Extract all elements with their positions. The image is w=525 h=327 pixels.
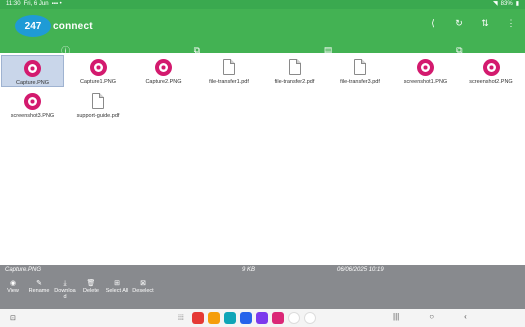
dock-app-icon[interactable] xyxy=(303,312,316,324)
download-button[interactable]: ⤓ Downloa d xyxy=(54,279,76,300)
file-item[interactable]: screenshot3.PNG xyxy=(1,89,64,121)
file-item[interactable]: screenshot2.PNG xyxy=(460,55,523,87)
file-item[interactable]: support-guide.pdf xyxy=(67,89,130,121)
logo-badge: 247 xyxy=(15,15,51,37)
file-item[interactable]: Capture.PNG xyxy=(1,55,64,87)
image-file-icon xyxy=(24,59,42,77)
status-date: Fri, 6 Jun xyxy=(23,1,49,7)
app-drawer-icon[interactable]: ⁞⁞⁞ xyxy=(178,315,184,322)
rename-icon: ✎ xyxy=(36,280,42,287)
pdf-file-icon xyxy=(351,58,369,76)
file-name: Capture2.PNG xyxy=(145,79,182,85)
file-item[interactable]: file-transfer1.pdf xyxy=(198,55,261,87)
wifi-icon: ◥ xyxy=(493,1,498,7)
pdf-file-icon xyxy=(89,92,107,110)
file-details: Capture.PNG 9 KB 06/06/2025 10:19 xyxy=(5,267,520,276)
select-all-label: Select All xyxy=(105,288,129,294)
status-bar: 11:30 Fri, 6 Jun ▪▪▪ • ◥ 83% ▮ xyxy=(0,0,525,9)
details-file-date: 06/06/2025 10:19 xyxy=(337,267,384,273)
deselect-label: Deselect xyxy=(132,288,154,294)
file-name: screenshot2.PNG xyxy=(469,79,513,85)
file-item[interactable]: screenshot1.PNG xyxy=(394,55,457,87)
pdf-file-icon xyxy=(220,58,238,76)
app-logo: 247 connect xyxy=(15,15,93,37)
dock-app-icon[interactable] xyxy=(239,312,252,324)
file-item[interactable]: Capture2.PNG xyxy=(132,55,195,87)
recents-icon[interactable]: ||| xyxy=(393,312,399,321)
dock-app-icon[interactable] xyxy=(271,312,284,324)
app-header: 247 connect ⟨ ↻ ⇅ ⋮ ⓘ ⧉ ▤ ⧉ xyxy=(0,9,525,62)
file-name: screenshot3.PNG xyxy=(10,113,55,119)
file-name: file-transfer3.pdf xyxy=(340,79,380,85)
status-time: 11:30 xyxy=(6,1,21,7)
dock-app-icon[interactable] xyxy=(191,312,204,324)
home-icon[interactable]: ○ xyxy=(429,312,434,321)
rename-button[interactable]: ✎ Rename xyxy=(28,279,50,300)
battery-icon: ▮ xyxy=(515,1,519,7)
file-name: screenshot1.PNG xyxy=(403,79,448,85)
details-file-size: 9 KB xyxy=(242,267,256,273)
dock-app-icon[interactable] xyxy=(255,312,268,324)
file-name: file-transfer2.pdf xyxy=(274,79,315,85)
taskbar-icon[interactable]: ⊡ xyxy=(10,314,16,322)
image-file-icon xyxy=(155,58,173,76)
view-label: View xyxy=(7,288,19,294)
image-file-icon xyxy=(89,58,107,76)
file-name: Capture.PNG xyxy=(15,80,49,86)
download-label: Downloa d xyxy=(54,288,76,300)
details-file-name: Capture.PNG xyxy=(5,267,42,273)
file-item[interactable]: Capture1.PNG xyxy=(67,55,130,87)
select-all-icon: ⊞ xyxy=(114,280,120,287)
action-buttons: ◉ View ✎ Rename ⤓ Downloa d 🗑 Delete ⊞ Select All… xyxy=(3,279,154,300)
back-icon[interactable]: ‹ xyxy=(464,312,467,321)
header-actions: ⟨ ↻ ⇅ ⋮ xyxy=(427,18,517,29)
file-name: support-guide.pdf xyxy=(76,113,120,119)
pdf-file-icon xyxy=(286,58,304,76)
download-icon: ⤓ xyxy=(63,280,67,287)
action-panel: Capture.PNG 9 KB 06/06/2025 10:19 ◉ View ✎… xyxy=(0,265,525,309)
file-item[interactable]: file-transfer3.pdf xyxy=(329,55,392,87)
app-dock: ⁞⁞⁞ xyxy=(178,312,316,324)
image-file-icon xyxy=(417,58,435,76)
refresh-icon[interactable]: ↻ xyxy=(453,18,465,29)
dock-app-icon[interactable] xyxy=(207,312,220,324)
logo-text: connect xyxy=(53,20,93,32)
sort-icon[interactable]: ⇅ xyxy=(479,18,491,29)
image-file-icon xyxy=(482,58,500,76)
delete-label: Delete xyxy=(83,288,99,294)
file-item[interactable]: file-transfer2.pdf xyxy=(263,55,326,87)
share-icon[interactable]: ⟨ xyxy=(427,18,439,29)
select-all-button[interactable]: ⊞ Select All xyxy=(105,279,129,300)
dock-app-icon[interactable] xyxy=(287,312,300,324)
image-file-icon xyxy=(24,92,42,110)
dock-app-icon[interactable] xyxy=(223,312,236,324)
view-button[interactable]: ◉ View xyxy=(3,279,23,300)
battery-level: 83% xyxy=(500,1,513,7)
delete-button[interactable]: 🗑 Delete xyxy=(81,279,101,300)
deselect-button[interactable]: ⊠ Deselect xyxy=(132,279,154,300)
more-icon[interactable]: ⋮ xyxy=(505,18,517,29)
view-icon: ◉ xyxy=(9,280,17,287)
file-name: Capture1.PNG xyxy=(79,79,117,85)
file-name: file-transfer1.pdf xyxy=(209,79,249,85)
rename-label: Rename xyxy=(28,288,50,294)
system-nav-bar: ⊡ ⁞⁞⁞ ||| ○ ‹ xyxy=(0,309,525,327)
deselect-icon: ⊠ xyxy=(140,280,146,287)
notification-icons: ▪▪▪ • xyxy=(51,1,62,7)
nav-keys: ||| ○ ‹ xyxy=(393,312,467,321)
delete-icon: 🗑 xyxy=(86,280,96,287)
